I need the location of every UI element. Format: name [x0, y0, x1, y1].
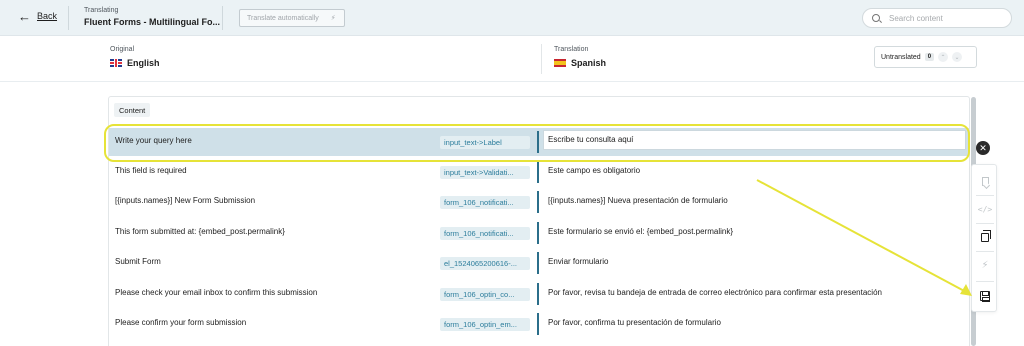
translation-text: Enviar formulario — [548, 257, 609, 266]
translation-language-name: Spanish — [571, 58, 607, 68]
source-text: Please check your email inbox to confirm… — [115, 288, 318, 297]
translation-label: Translation — [554, 46, 589, 53]
chevron-down-icon: ⌄ — [954, 54, 960, 61]
translation-language[interactable]: Spanish — [554, 58, 606, 68]
source-text: [{inputs.names}] New Form Submission — [115, 196, 256, 205]
spain-flag-icon — [554, 59, 566, 67]
copy-icon — [981, 229, 991, 242]
column-divider — [537, 313, 539, 335]
code-view-button[interactable]: </> — [972, 196, 998, 222]
next-untranslated-button[interactable]: ⌄ — [952, 52, 963, 62]
untranslated-label: Untranslated — [881, 53, 921, 61]
divider — [541, 44, 542, 74]
content-section-tag: Content — [114, 103, 151, 117]
original-label: Original — [110, 46, 135, 53]
translation-text: Por favor, confirma tu presentación de f… — [548, 318, 721, 327]
search-icon — [872, 14, 880, 22]
string-row[interactable]: Submit Form el_1524065200616-... Enviar … — [109, 249, 969, 277]
string-key-badge: form_106_notificati... — [440, 196, 530, 209]
string-row[interactable]: Please check your email inbox to confirm… — [109, 280, 969, 308]
string-key-badge: form_106_optin_co... — [440, 288, 530, 301]
translation-text: [{inputs.names}] Nueva presentación de f… — [548, 196, 728, 205]
column-divider — [537, 283, 539, 305]
string-key-badge: form_106_notificati... — [440, 227, 530, 240]
form-title: Fluent Forms - Multilingual Fo... — [84, 17, 220, 27]
untranslated-count-badge: 0 — [924, 53, 935, 61]
column-divider — [537, 161, 539, 183]
translate-automatically-label: Translate automatically — [247, 14, 319, 22]
bookmark-button[interactable] — [972, 168, 998, 194]
uk-flag-icon — [110, 59, 122, 67]
search-input[interactable] — [889, 13, 999, 23]
save-button[interactable] — [972, 283, 998, 309]
string-row[interactable]: Please confirm your form submission form… — [109, 310, 969, 338]
annotation-highlight-box — [104, 124, 970, 162]
source-text: This form submitted at: {embed_post.perm… — [115, 227, 285, 236]
close-row-button[interactable]: ✕ — [976, 141, 990, 155]
divider — [976, 281, 994, 282]
code-icon: </> — [977, 204, 993, 214]
back-label: Back — [37, 11, 58, 21]
language-header: Original English Translation Spanish Unt… — [0, 36, 1024, 82]
tool-rail: </> ⚡︎ — [971, 164, 997, 312]
column-divider — [537, 252, 539, 274]
source-text: Please confirm your form submission — [115, 318, 247, 327]
original-language: English — [110, 58, 160, 68]
string-row[interactable]: This form submitted at: {embed_post.perm… — [109, 219, 969, 247]
translation-text: Por favor, revisa tu bandeja de entrada … — [548, 288, 882, 297]
translation-text: Este formulario se envió el: {embed_post… — [548, 227, 733, 236]
bookmark-icon — [981, 176, 989, 186]
divider — [68, 6, 69, 30]
string-row[interactable]: [{inputs.names}] New Form Submission for… — [109, 188, 969, 216]
search-box[interactable] — [862, 8, 1012, 28]
column-divider — [537, 191, 539, 213]
string-row[interactable]: This field is required input_text->Valid… — [109, 158, 969, 186]
source-text: Submit Form — [115, 257, 161, 266]
column-divider — [537, 222, 539, 244]
bolt-icon: ⚡︎ — [330, 15, 336, 22]
source-text: This field is required — [115, 166, 187, 175]
string-key-badge: form_106_optin_em... — [440, 318, 530, 331]
arrow-left-icon: ← — [18, 8, 31, 24]
bolt-icon: ⚡︎ — [981, 259, 989, 271]
top-bar: ← Back Translating Fluent Forms - Multil… — [0, 0, 1024, 36]
translate-automatically-button[interactable]: Translate automatically ⚡︎ — [239, 9, 345, 27]
untranslated-filter[interactable]: Untranslated 0 ⌃ ⌄ — [874, 46, 977, 68]
copy-original-button[interactable] — [972, 224, 998, 250]
previous-untranslated-button[interactable]: ⌃ — [938, 52, 949, 62]
chevron-up-icon: ⌃ — [940, 54, 946, 61]
back-link[interactable]: ← Back — [18, 8, 58, 24]
original-language-name: English — [127, 58, 160, 68]
string-key-badge: input_text->Validati... — [440, 166, 530, 179]
translating-label: Translating — [84, 7, 119, 14]
save-icon — [980, 291, 990, 302]
close-icon: ✕ — [979, 142, 987, 153]
string-key-badge: el_1524065200616-... — [440, 257, 530, 270]
translation-text: Este campo es obligatorio — [548, 166, 641, 175]
auto-translate-button[interactable]: ⚡︎ — [972, 252, 998, 278]
divider — [222, 6, 223, 30]
